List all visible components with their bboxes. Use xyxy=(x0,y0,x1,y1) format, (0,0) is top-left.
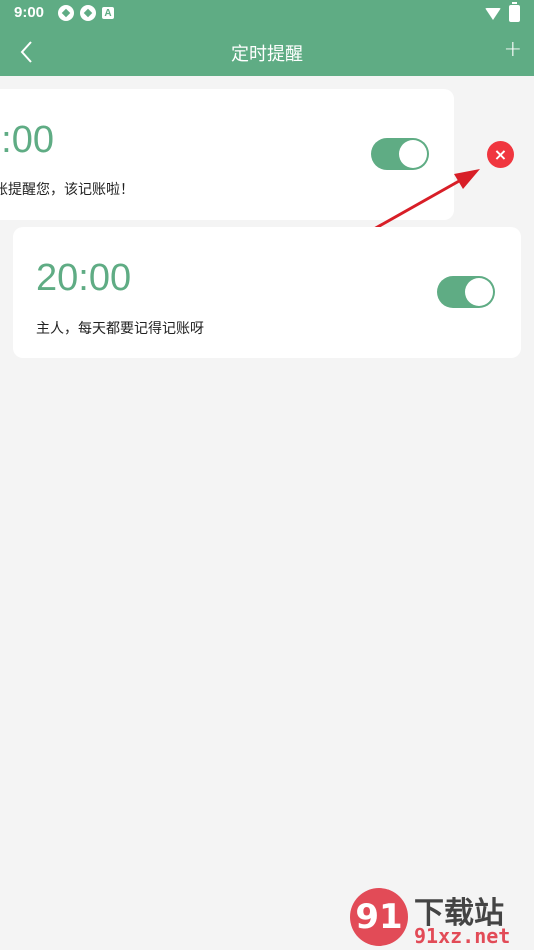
status-system-icons xyxy=(485,2,520,22)
status-notification-icons: A xyxy=(58,5,114,21)
delete-reminder-button[interactable]: × xyxy=(487,141,514,168)
wifi-icon xyxy=(485,7,501,20)
app-bar: 定时提醒 + xyxy=(0,28,534,76)
add-reminder-button[interactable]: + xyxy=(504,37,522,63)
toggle-knob xyxy=(465,278,493,306)
battery-icon xyxy=(509,2,520,22)
reminder-time: 20:00 xyxy=(36,257,132,299)
app-notification-icon xyxy=(58,5,74,21)
reminder-card[interactable]: 20:00 主人，每天都要记得记账呀 xyxy=(13,227,521,358)
status-bar: 9:00 A xyxy=(0,0,534,28)
app-notification-icon xyxy=(80,5,96,21)
watermark-url: 91xz.net xyxy=(414,924,511,948)
watermark-logo: 91 xyxy=(350,888,408,946)
page-title: 定时提醒 xyxy=(231,44,303,65)
reminder-message: 记账提醒您，该记账啦！ xyxy=(0,182,134,198)
status-time: 9:00 xyxy=(14,4,45,21)
watermark: 91 下载站 91xz.net xyxy=(350,886,530,948)
reminder-toggle[interactable] xyxy=(437,276,495,308)
reminder-time: 1:00 xyxy=(0,119,54,161)
reminder-message: 主人，每天都要记得记账呀 xyxy=(36,321,204,337)
a-notification-icon: A xyxy=(102,7,114,19)
